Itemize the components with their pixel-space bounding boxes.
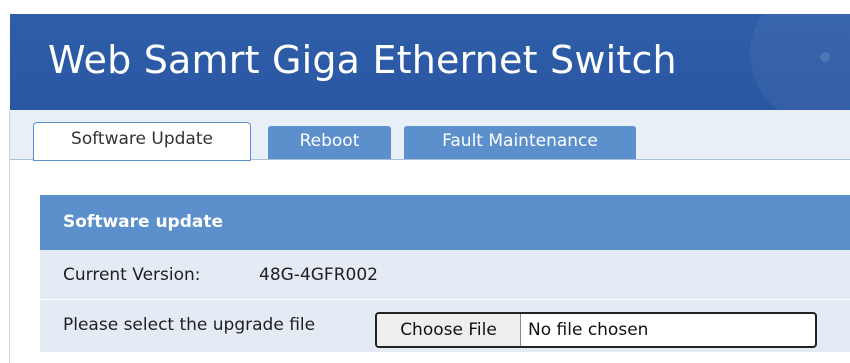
current-version-label: Current Version: — [63, 265, 201, 285]
app-title: Web Samrt Giga Ethernet Switch — [48, 38, 677, 82]
panel-title: Software update — [40, 195, 850, 250]
choose-file-button[interactable]: Choose File — [377, 314, 521, 346]
current-version-row: Current Version: 48G-4GFR002 — [40, 250, 850, 300]
header-decoration — [750, 14, 850, 110]
left-margin — [0, 0, 9, 363]
tab-reboot[interactable]: Reboot — [268, 126, 391, 159]
content-left-border — [9, 110, 10, 363]
upgrade-file-label: Please select the upgrade file — [63, 315, 316, 335]
upgrade-file-row: Please select the upgrade file Choose Fi… — [40, 300, 850, 352]
top-strip — [0, 0, 850, 14]
header-decoration-dot — [820, 52, 830, 62]
app-header: Web Samrt Giga Ethernet Switch — [10, 14, 850, 110]
tab-fault-maintenance[interactable]: Fault Maintenance — [404, 126, 636, 159]
file-status-text: No file chosen — [528, 320, 649, 340]
current-version-value: 48G-4GFR002 — [259, 265, 378, 285]
tab-software-update[interactable]: Software Update — [33, 122, 251, 161]
upgrade-file-input[interactable]: Choose File No file chosen — [375, 312, 817, 348]
software-update-panel: Software update Current Version: 48G-4GF… — [40, 195, 850, 352]
